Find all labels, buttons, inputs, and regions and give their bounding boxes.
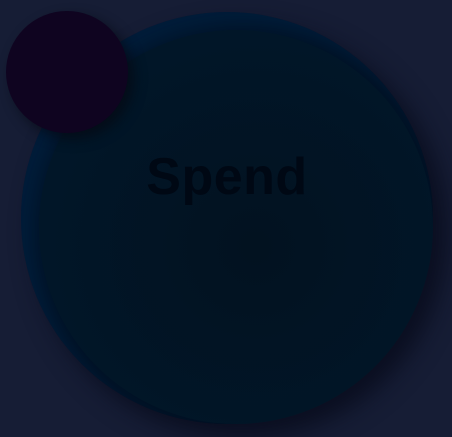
- app-stage: Spend: [0, 0, 452, 437]
- badge-indicator: [6, 11, 128, 133]
- spend-label: Spend: [146, 148, 308, 206]
